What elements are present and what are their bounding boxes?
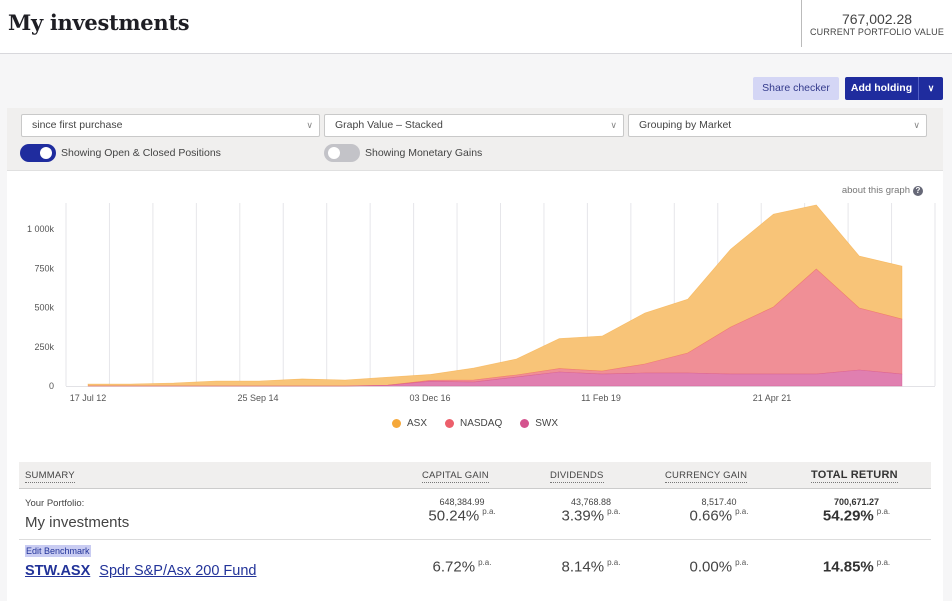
x-tick-label: 11 Feb 19: [581, 393, 621, 403]
summary-header[interactable]: SUMMARY: [25, 470, 75, 483]
benchmark-currency-gain-pct: 0.00%: [689, 558, 733, 576]
edit-benchmark-link[interactable]: Edit Benchmark: [25, 545, 91, 557]
pa-suffix: p.a.: [876, 558, 891, 567]
legend-item-swx[interactable]: SWX: [520, 418, 558, 429]
benchmark-currency-gain-cell: 0.00% p.a.: [674, 558, 764, 576]
portfolio-value-panel: 767,002.28 CURRENT PORTFOLIO VALUE: [801, 0, 952, 47]
dividends-pct: 3.39%: [561, 507, 605, 525]
currency-gain-cell: 8,517.40 0.66% p.a.: [674, 497, 764, 525]
legend-label: NASDAQ: [460, 418, 503, 429]
x-tick-label: 03 Dec 16: [409, 393, 450, 403]
legend-dot-icon: [520, 419, 530, 428]
portfolio-value-chart: 0 250k 500k 750k 1 000k 17 Jul 12 25 Sep 14 03…: [27, 203, 936, 403]
capital-gain-cell: 648,384.99 50.24% p.a.: [417, 497, 507, 525]
legend-dot-icon: [445, 419, 454, 428]
pa-suffix: p.a.: [482, 507, 496, 516]
page-title: My investments: [8, 10, 190, 35]
share-checker-button[interactable]: Share checker: [753, 77, 839, 100]
benchmark-total-return-pct: 14.85%: [822, 558, 874, 576]
capital-gain-amount: 648,384.99: [439, 497, 485, 507]
benchmark-capital-gain-cell: 6.72% p.a.: [417, 558, 507, 576]
pa-suffix: p.a.: [478, 558, 492, 567]
benchmark-code-link[interactable]: STW.ASX: [25, 563, 90, 579]
y-tick-label: 250k: [34, 342, 54, 352]
y-tick-label: 750k: [34, 263, 54, 273]
pa-suffix: p.a.: [876, 507, 891, 516]
dividends-cell: 43,768.88 3.39% p.a.: [546, 497, 636, 525]
total-return-header[interactable]: TOTAL RETURN: [811, 469, 898, 483]
legend-item-asx[interactable]: ASX: [391, 418, 427, 429]
legend-label: SWX: [535, 418, 559, 429]
total-return-cell: 700,671.27 54.29% p.a.: [809, 497, 904, 525]
legend-label: ASX: [406, 418, 427, 429]
legend-dot-icon: [391, 419, 401, 428]
summary-header-row: SUMMARY CAPITAL GAIN DIVIDENDS CURRENCY …: [19, 462, 931, 489]
benchmark-line: STW.ASX Spdr S&P/Asx 200 Fund: [25, 563, 256, 579]
dividends-amount: 43,768.88: [570, 497, 612, 507]
total-return-amount: 700,671.27: [833, 497, 880, 507]
currency-gain-header[interactable]: CURRENCY GAIN: [665, 470, 748, 483]
investments-card: since first purchase ∨ Graph Value – Sta…: [7, 108, 943, 601]
capital-gain-header[interactable]: CAPITAL GAIN: [422, 470, 489, 483]
x-tick-label: 17 Jul 12: [70, 393, 107, 403]
portfolio-value-amount: 767,002.28: [841, 11, 913, 27]
y-tick-label: 500k: [34, 303, 54, 313]
y-tick-label: 1 000k: [27, 224, 55, 234]
y-axis-ticks: 0 250k 500k 750k 1 000k: [27, 224, 55, 391]
benchmark-summary-row: Edit Benchmark STW.ASX Spdr S&P/Asx 200 …: [19, 540, 931, 595]
header-bar: My investments 767,002.28 CURRENT PORTFO…: [0, 0, 952, 54]
benchmark-total-return-cell: 14.85% p.a.: [809, 558, 904, 576]
add-holding-button[interactable]: Add holding: [845, 77, 919, 100]
portfolio-label: Your Portfolio:: [25, 498, 85, 509]
pa-suffix: p.a.: [735, 507, 749, 516]
x-tick-label: 25 Sep 14: [237, 393, 278, 403]
legend-item-nasdaq[interactable]: NASDAQ: [445, 418, 502, 429]
pa-suffix: p.a.: [607, 507, 621, 516]
dividends-header[interactable]: DIVIDENDS: [550, 470, 604, 483]
x-axis-ticks: 17 Jul 12 25 Sep 14 03 Dec 16 11 Feb 19 21 A…: [70, 393, 792, 403]
benchmark-dividends-pct: 8.14%: [561, 558, 605, 576]
portfolio-summary-row: Your Portfolio: My investments 648,384.9…: [19, 489, 931, 540]
x-tick-label: 21 Apr 21: [753, 393, 792, 403]
summary-table: SUMMARY CAPITAL GAIN DIVIDENDS CURRENCY …: [19, 462, 931, 595]
total-return-pct: 54.29%: [822, 507, 874, 525]
currency-gain-amount: 8,517.40: [701, 497, 737, 507]
benchmark-dividends-cell: 8.14% p.a.: [546, 558, 636, 576]
pa-suffix: p.a.: [735, 558, 749, 567]
add-holding-button-group: Add holding ∨: [845, 77, 943, 100]
chevron-down-icon[interactable]: ∨: [919, 77, 943, 100]
capital-gain-pct: 50.24%: [428, 507, 480, 525]
pa-suffix: p.a.: [607, 558, 621, 567]
benchmark-name-link[interactable]: Spdr S&P/Asx 200 Fund: [99, 563, 256, 579]
portfolio-name: My investments: [25, 514, 130, 531]
chart-legend: ASX NASDAQ SWX: [7, 418, 943, 429]
chart-areas: [87, 204, 903, 387]
y-tick-label: 0: [49, 381, 54, 391]
portfolio-value-label: CURRENT PORTFOLIO VALUE: [809, 27, 945, 37]
benchmark-capital-gain-pct: 6.72%: [432, 558, 476, 576]
currency-gain-pct: 0.66%: [689, 507, 733, 525]
